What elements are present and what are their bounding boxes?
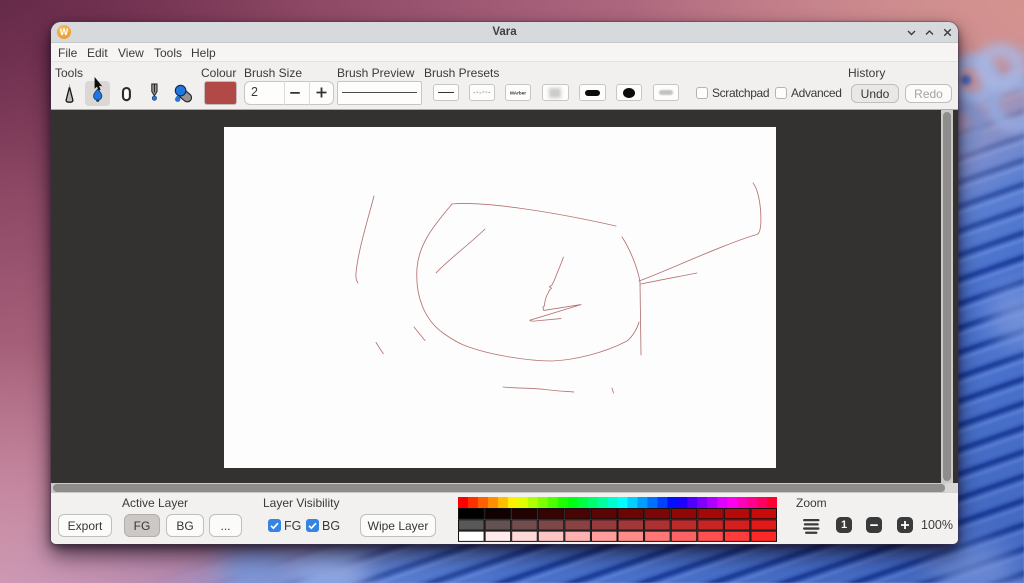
svg-text:MArber: MArber: [510, 91, 526, 96]
